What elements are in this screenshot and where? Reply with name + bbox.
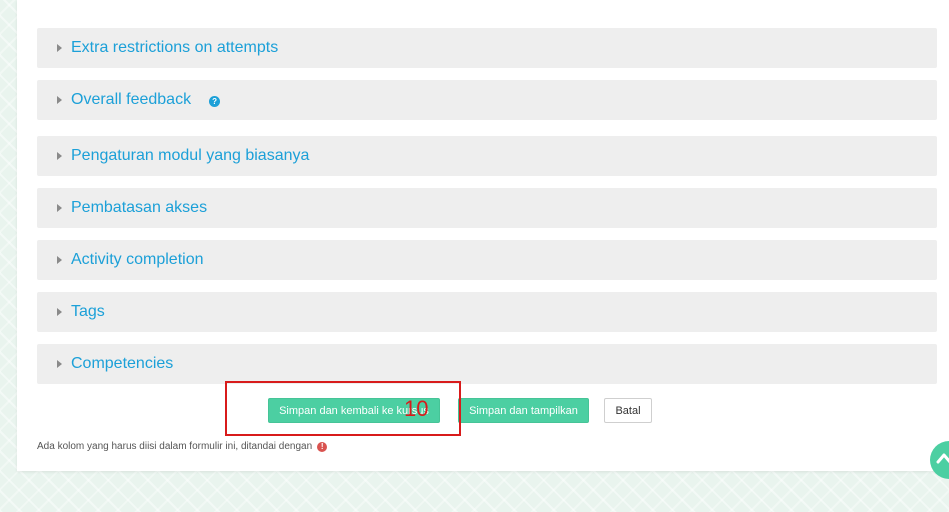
chevron-up-icon xyxy=(936,453,949,464)
section-tags[interactable]: Tags xyxy=(37,292,937,332)
section-access-restrictions[interactable]: Pembatasan akses xyxy=(37,188,937,228)
caret-right-icon xyxy=(57,152,62,160)
section-title: Tags xyxy=(71,303,105,320)
save-and-display-button[interactable]: Simpan dan tampilkan xyxy=(458,398,589,423)
section-title: Extra restrictions on attempts xyxy=(71,39,279,56)
section-title: Overall feedback xyxy=(71,91,192,108)
section-title: Pembatasan akses xyxy=(71,199,208,216)
question-circle-icon[interactable]: ? xyxy=(209,96,221,107)
required-fields-note: Ada kolom yang harus diisi dalam formuli… xyxy=(37,441,328,452)
caret-right-icon xyxy=(57,256,62,264)
caret-right-icon xyxy=(57,308,62,316)
exclamation-circle-icon: ! xyxy=(317,441,328,452)
caret-right-icon xyxy=(57,360,62,368)
section-common-module-settings[interactable]: Pengaturan modul yang biasanya xyxy=(37,136,937,176)
section-title: Pengaturan modul yang biasanya xyxy=(71,147,310,164)
cancel-button[interactable]: Batal xyxy=(604,398,652,423)
save-and-return-button[interactable]: Simpan dan kembali ke kursus xyxy=(268,398,440,423)
section-activity-completion[interactable]: Activity completion xyxy=(37,240,937,280)
section-overall-feedback[interactable]: Overall feedback ? xyxy=(37,80,937,120)
required-note-text: Ada kolom yang harus diisi dalam formuli… xyxy=(37,441,313,452)
section-title: Activity completion xyxy=(71,251,204,268)
caret-right-icon xyxy=(57,96,62,104)
caret-right-icon xyxy=(57,44,62,52)
section-title: Competencies xyxy=(71,355,174,372)
section-extra-restrictions[interactable]: Extra restrictions on attempts xyxy=(37,28,937,68)
caret-right-icon xyxy=(57,204,62,212)
section-competencies[interactable]: Competencies xyxy=(37,344,937,384)
